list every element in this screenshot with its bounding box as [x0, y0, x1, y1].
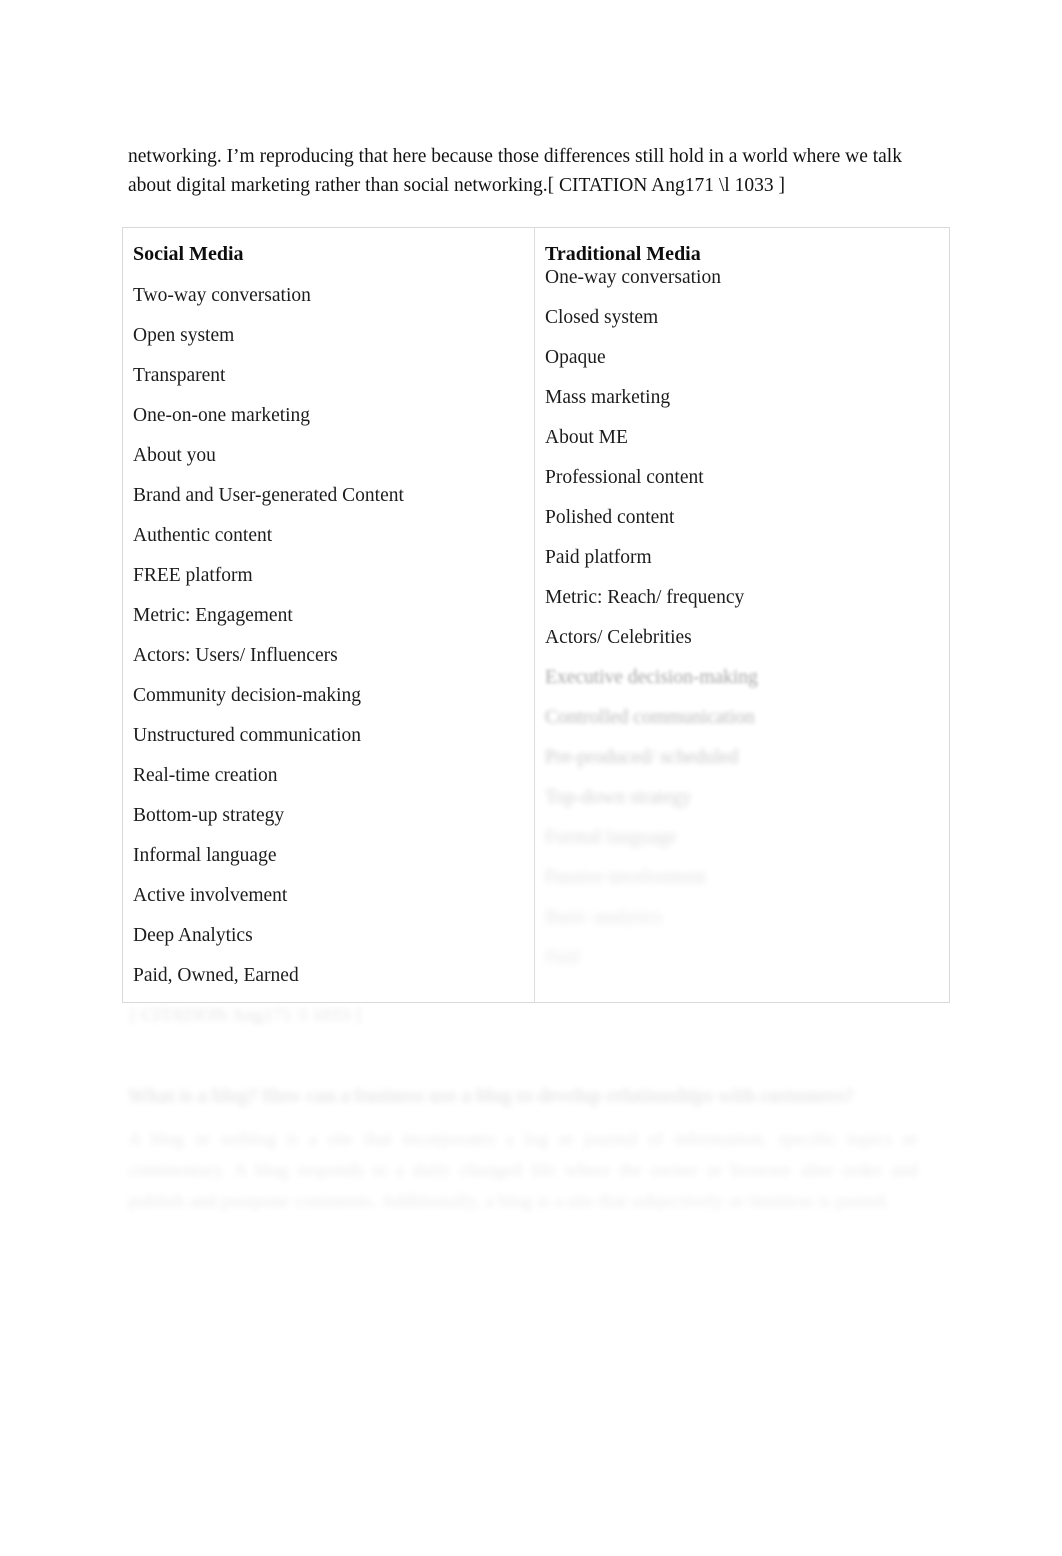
list-item: Real-time creation — [133, 765, 278, 786]
table-column-social-media: Social Media Two-way conversation Open s… — [123, 228, 534, 1005]
media-comparison-table: Social Media Two-way conversation Open s… — [122, 227, 950, 1003]
list-item: Professional content — [545, 467, 704, 488]
list-item: Executive decision-making — [545, 667, 758, 688]
list-item: Formal language — [545, 827, 677, 848]
list-item: About you — [133, 445, 216, 466]
section-body-blog: A blog or weblog is a site that incorpor… — [128, 1129, 918, 1212]
list-item: Deep Analytics — [133, 925, 253, 946]
section-heading-blog: What is a blog? How can a business use a… — [128, 1086, 855, 1107]
column-header-traditional-media: Traditional Media — [545, 243, 701, 265]
list-item: Controlled communication — [545, 707, 755, 728]
list-item: Closed system — [545, 307, 659, 328]
intro-paragraph: networking. I’m reproducing that here be… — [128, 145, 902, 196]
list-item: Mass marketing — [545, 387, 671, 408]
list-item: Basic analytics — [545, 907, 663, 928]
list-item: Pre-produced/ scheduled — [545, 747, 739, 768]
list-item: Actors/ Celebrities — [545, 627, 692, 648]
list-item: Open system — [133, 325, 235, 346]
table-column-traditional-media: Traditional Media One-way conversation C… — [535, 228, 950, 987]
list-item: Paid — [545, 947, 580, 968]
column-header-social-media: Social Media — [133, 243, 244, 265]
list-item: Informal language — [133, 845, 277, 866]
table-caption-citation: [ CITATION Ang171 \l 1033 ] — [130, 1005, 362, 1026]
list-item: Unstructured communication — [133, 725, 361, 746]
list-item: Active involvement — [133, 885, 288, 906]
list-item: One-way conversation — [545, 267, 721, 288]
list-item: Bottom-up strategy — [133, 805, 285, 826]
list-item: Paid, Owned, Earned — [133, 965, 299, 986]
document-page: networking. I’m reproducing that here be… — [0, 0, 1062, 1556]
list-item: Community decision-making — [133, 685, 362, 706]
list-item: Transparent — [133, 365, 226, 386]
list-item: Metric: Reach/ frequency — [545, 587, 745, 608]
list-item: Paid platform — [545, 547, 652, 568]
list-item: Passive involvement — [545, 867, 706, 888]
list-item: Top-down strategy — [545, 787, 692, 808]
list-item: Authentic content — [133, 525, 273, 546]
list-item: Two-way conversation — [133, 285, 311, 306]
list-item: Opaque — [545, 347, 606, 368]
list-item: Polished content — [545, 507, 675, 528]
list-item: About ME — [545, 427, 628, 448]
list-item: One-on-one marketing — [133, 405, 311, 426]
list-item: FREE platform — [133, 565, 253, 586]
list-item: Metric: Engagement — [133, 605, 293, 626]
list-item: Actors: Users/ Influencers — [133, 645, 338, 666]
list-item: Brand and User-generated Content — [133, 485, 404, 506]
